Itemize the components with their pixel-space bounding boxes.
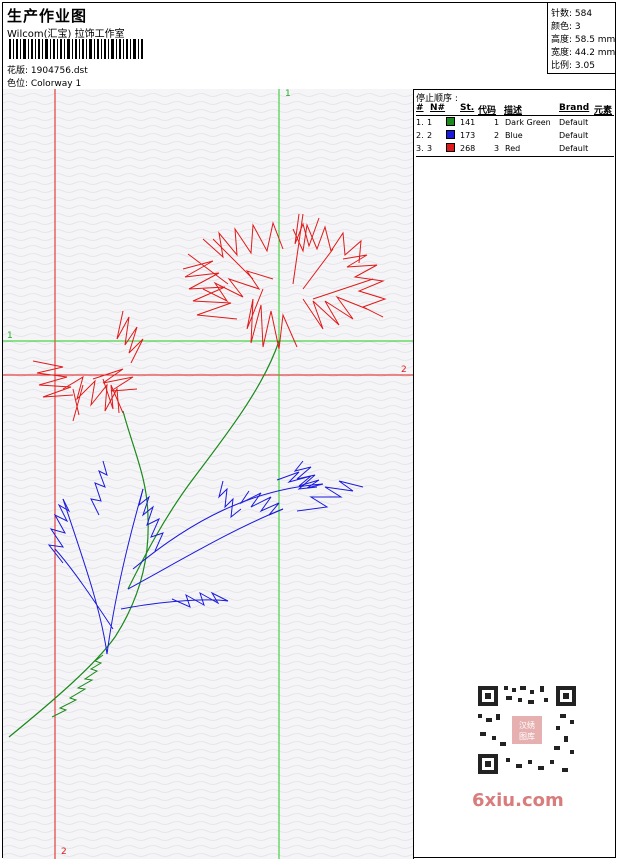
barcode [9,39,143,59]
row-stitches: 141 [460,118,476,127]
axis-label-right-red: 2 [401,365,407,375]
row-brand: Default [559,131,589,140]
row-code: 2 [494,131,500,140]
col-index: # [416,103,424,113]
stats-panel: 针数: 584 颜色: 3 高度: 58.5 mm 宽度: 44.2 mm 比例… [547,3,616,74]
col-code: 代码 [478,106,497,116]
row-code: 1 [494,118,500,127]
color-swatch [446,130,455,139]
table-row[interactable]: 3. 3 268 3 Red Default [416,142,614,155]
design-width: 宽度: 44.2 mm [551,48,616,58]
qr-badge-line2: 图库 [519,731,535,741]
col-stitches: St. [460,103,475,113]
row-description: Blue [505,131,523,140]
color-swatch [446,143,455,152]
row-stitches: 268 [460,144,476,153]
axis-label-left-green: 1 [7,331,13,341]
axis-label-top-green: 1 [285,89,291,99]
design-file-label: 花版: 1904756.dst [7,66,88,76]
table-row[interactable]: 2. 2 173 2 Blue Default [416,129,614,142]
page-title: 生产作业图 [7,7,88,25]
design-height: 高度: 58.5 mm [551,35,616,45]
color-count: 颜色: 3 [551,22,581,32]
row-number: 3 [427,144,433,153]
design-scale: 比例: 3.05 [551,61,595,71]
qr-code: 汉绣 图库 [470,680,584,780]
stitch-count: 针数: 584 [551,9,593,19]
col-number: N# [430,103,446,113]
axis-label-bottom-red: 2 [61,847,67,857]
row-number: 1 [427,118,433,127]
col-description: 描述 [504,106,523,116]
row-index: 3. [416,144,424,153]
row-number: 2 [427,131,433,140]
color-swatch [446,117,455,126]
color-sequence-table: # N# St. 代码 描述 Brand 元素 1. 1 141 1 Dark … [416,103,614,157]
header: 生产作业图 Wilcom(汇宝) 拉饰工作室 花版: 1904756.dst 色… [3,3,616,90]
table-row[interactable]: 1. 1 141 1 Dark Green Default [416,116,614,129]
table-header: # N# St. 代码 描述 Brand 元素 [416,103,614,116]
row-code: 3 [494,144,500,153]
row-brand: Default [559,144,589,153]
row-stitches: 173 [460,131,476,140]
row-description: Dark Green [505,118,551,127]
qr-badge-line1: 汉绣 [519,720,535,730]
col-brand: Brand [559,103,590,113]
col-element: 元素 [594,106,613,116]
company-name: Wilcom(汇宝) 拉饰工作室 [7,29,125,40]
design-canvas[interactable]: 1 1 2 2 [3,89,414,859]
row-index: 1. [416,118,424,127]
row-description: Red [505,144,521,153]
row-brand: Default [559,118,589,127]
row-index: 2. [416,131,424,140]
embroidery-preview [3,89,413,859]
colorway-label: 色位: Colorway 1 [7,79,82,89]
watermark: 6xiu.com [472,790,564,811]
